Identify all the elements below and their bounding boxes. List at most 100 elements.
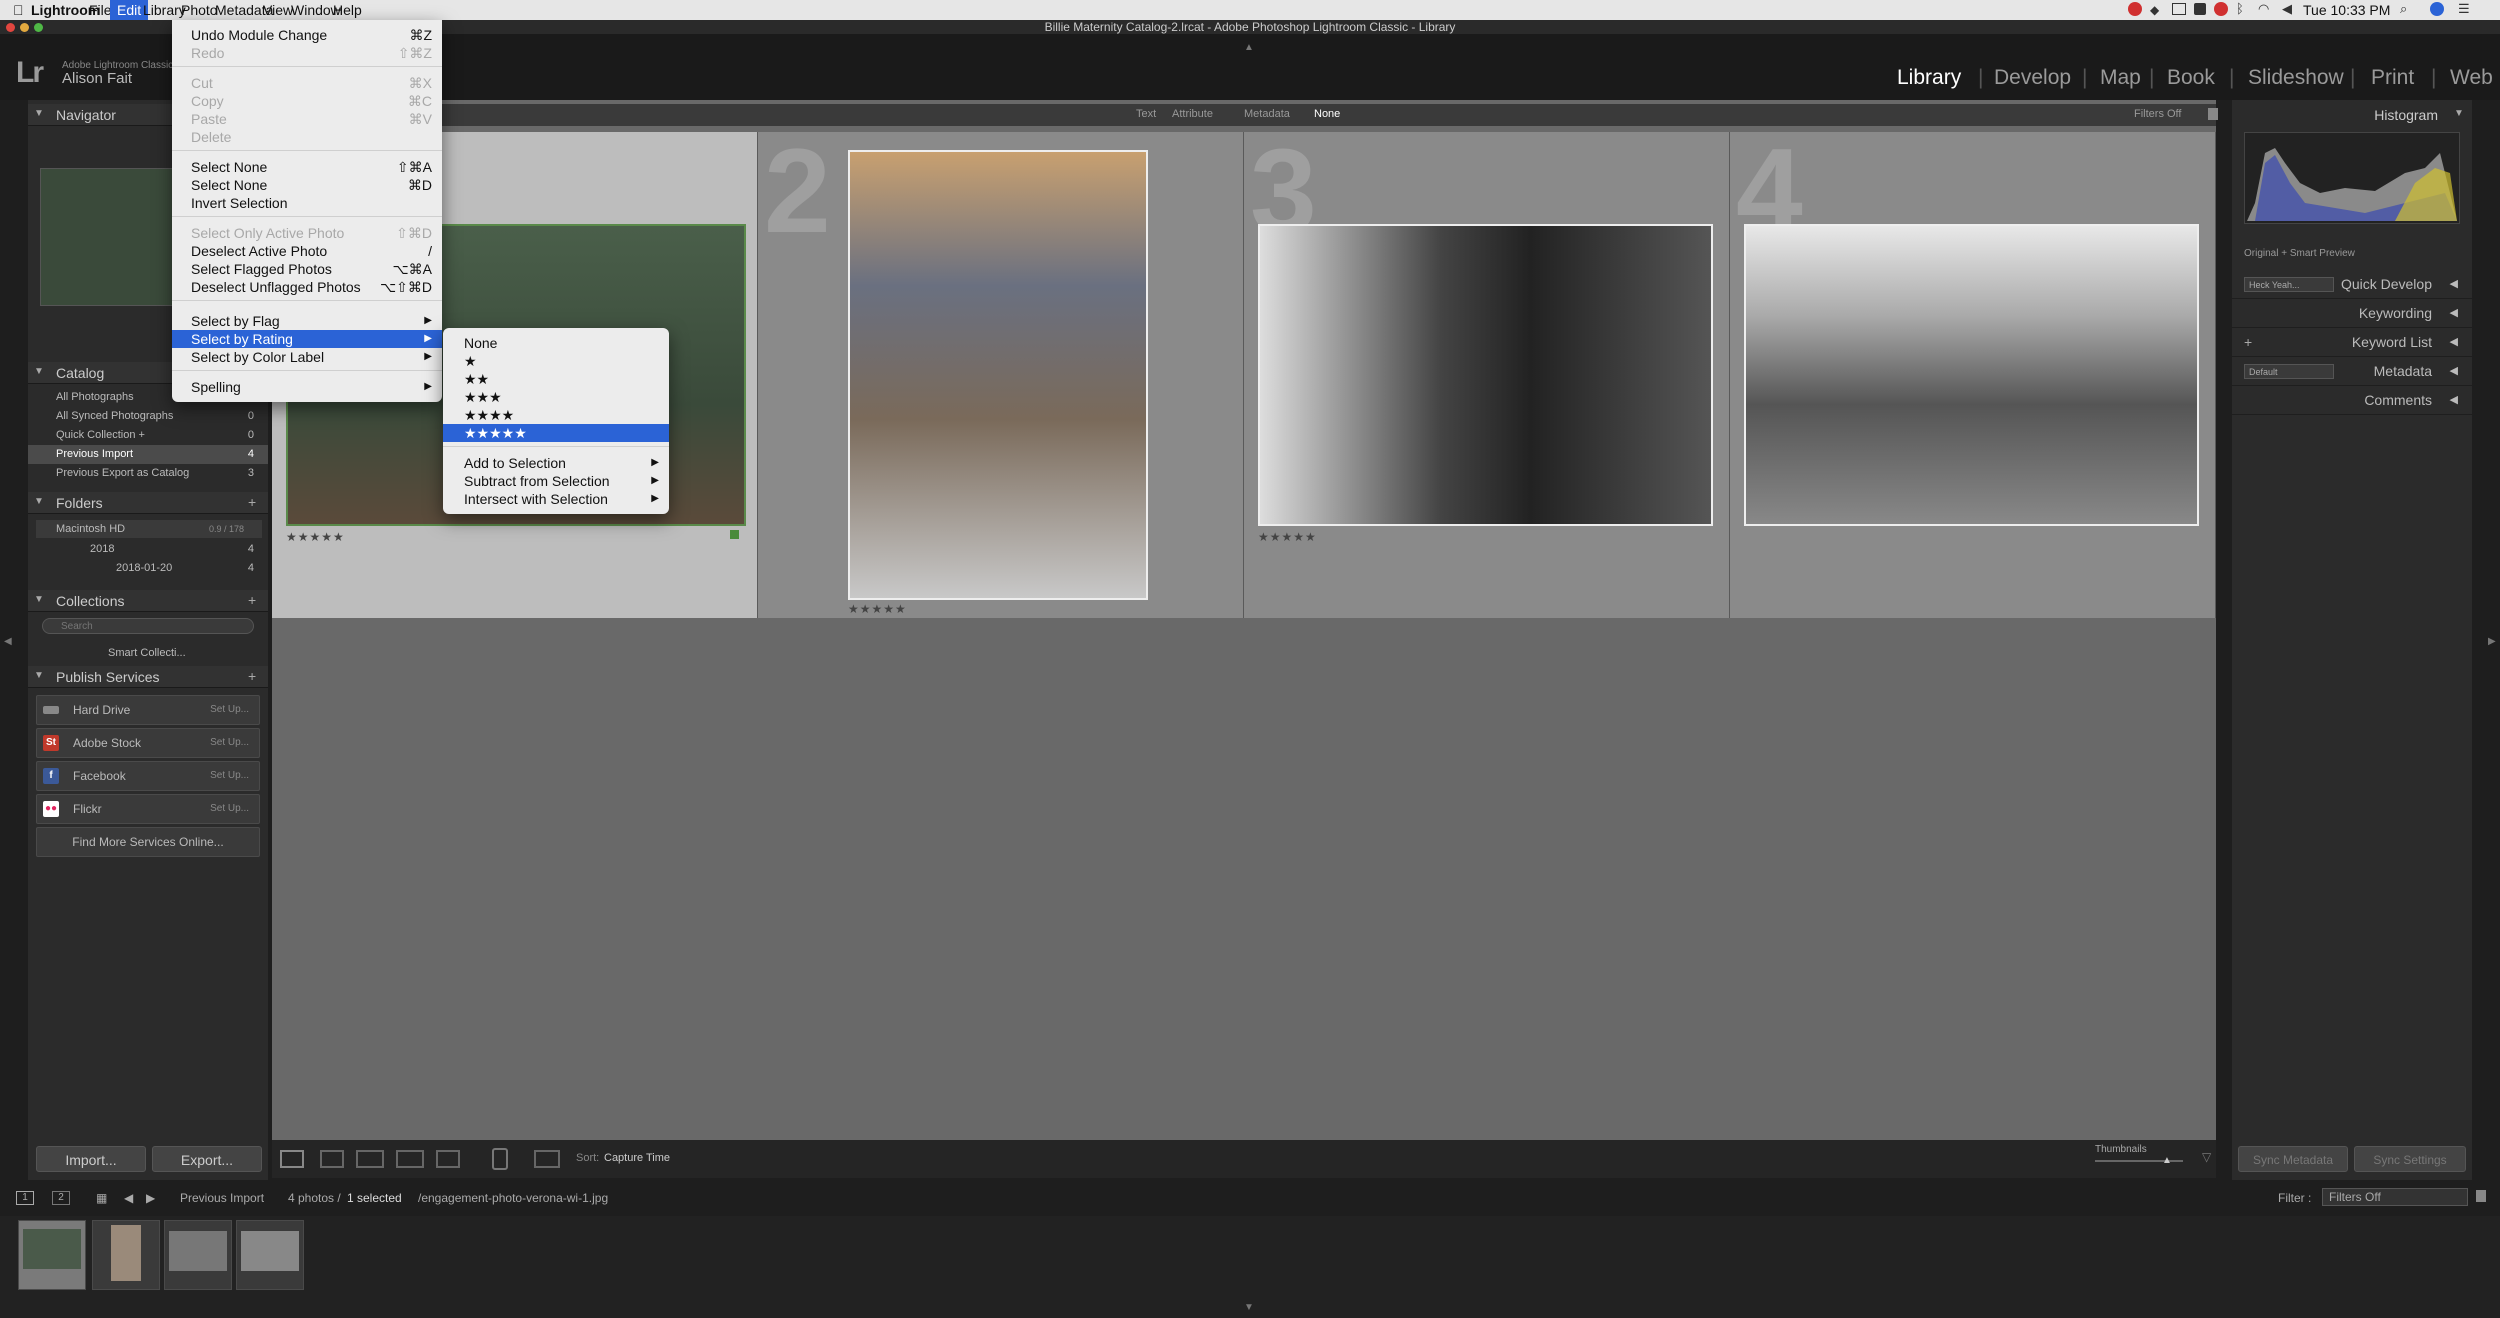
rating-stars[interactable]: ★★★★★ [848,602,907,616]
quick-develop-header[interactable]: Heck Yeah... Quick Develop ◀ [2232,270,2472,299]
publish-services-header[interactable]: Publish Services [28,666,268,688]
module-library[interactable]: Library [1897,66,1961,90]
module-book[interactable]: Book [2167,66,2215,90]
creative-cloud-icon[interactable] [2128,2,2142,16]
window-2-button[interactable]: 2 [52,1191,70,1205]
filmstrip-thumb-3[interactable] [164,1220,232,1290]
menu-item-undo[interactable]: Undo Module Change ⌘Z [172,26,442,44]
photo-thumbnail[interactable] [1744,224,2199,526]
source-name[interactable]: Previous Import [180,1191,264,1205]
minimize-window-button[interactable] [20,23,29,32]
filter-attribute[interactable]: Attribute [1172,108,1213,120]
subtract-from-selection[interactable]: Subtract from Selection ▶ [443,472,669,490]
bottom-panel-toggle-icon[interactable]: ▼ [1244,1302,1254,1313]
menu-item-select-none[interactable]: Select None ⇧⌘A [172,158,442,176]
thumbnail-slider-handle[interactable]: ▲ [2162,1155,2172,1166]
selected-file-name[interactable]: /engagement-photo-verona-wi-1.jpg [418,1191,608,1205]
app-icon[interactable] [2194,3,2206,15]
menu-item-select-by-flag[interactable]: Select by Flag ▶ [172,312,442,330]
add-collection-icon[interactable]: + [248,592,256,608]
grid-view-icon[interactable] [280,1150,304,1168]
module-slideshow[interactable]: Slideshow [2248,66,2344,90]
sync-metadata-button[interactable]: Sync Metadata [2238,1146,2348,1172]
saved-preset-select[interactable]: Heck Yeah... [2244,277,2334,292]
sort-direction-icon[interactable] [534,1150,560,1168]
module-print[interactable]: Print [2371,66,2414,90]
menu-item-select-by-rating[interactable]: Select by Rating ▶ [172,330,442,348]
menu-item-deselect-active[interactable]: Deselect Active Photo / [172,242,442,260]
filmstrip-thumb-1[interactable] [18,1220,86,1290]
add-folder-icon[interactable]: + [248,494,256,510]
close-window-button[interactable] [6,23,15,32]
rating-none[interactable]: None [443,334,669,352]
expand-triangle-icon[interactable]: ◀ [2450,270,2458,299]
filter-metadata[interactable]: Metadata [1244,108,1290,120]
folder-item[interactable]: 2018 4 [28,540,268,559]
collection-item[interactable]: Smart Collecti... [28,644,268,663]
people-view-icon[interactable] [436,1150,460,1168]
grid-cell-4[interactable]: 4 [1730,124,2216,618]
collapse-triangle-icon[interactable]: ▼ [2454,108,2464,119]
module-map[interactable]: Map [2100,66,2141,90]
spray-can-icon[interactable] [492,1148,508,1170]
siri-icon[interactable] [2430,2,2444,16]
photo-thumbnail[interactable] [848,150,1148,600]
filter-lock-icon[interactable] [2476,1190,2486,1202]
expand-triangle-icon[interactable]: ◀ [2450,328,2458,357]
add-keyword-icon[interactable]: + [2244,328,2252,357]
keywording-header[interactable]: Keywording ◀ [2232,299,2472,328]
grid-icon[interactable]: ▦ [96,1191,107,1205]
sort-select[interactable]: Capture Time [604,1152,670,1164]
collapse-triangle-icon[interactable]: ▼ [34,594,44,605]
volume-icon[interactable]: ◀ [2282,1,2292,17]
expand-triangle-icon[interactable]: ◀ [2450,357,2458,386]
add-to-selection[interactable]: Add to Selection ▶ [443,454,669,472]
loupe-view-icon[interactable] [320,1150,344,1168]
filter-none[interactable]: None [1314,108,1340,120]
collections-header[interactable]: Collections [28,590,268,612]
keyword-list-header[interactable]: + Keyword List ◀ [2232,328,2472,357]
rating-stars[interactable]: ★★★★★ [286,530,345,544]
notification-icon[interactable] [2214,2,2228,16]
grid-cell-3[interactable]: 3 ★★★★★ [1244,124,1730,618]
collapse-triangle-icon[interactable]: ▼ [34,366,44,377]
filmstrip-thumb-2[interactable] [92,1220,160,1290]
publish-adobe-stock[interactable]: St Adobe Stock Set Up... [36,728,260,758]
bluetooth-icon[interactable]: ᛒ [2236,1,2244,16]
catalog-item[interactable]: All Synced Photographs 0 [28,407,268,426]
notification-center-icon[interactable]: ☰ [2458,1,2470,17]
rating-5-stars[interactable]: ★★★★★ [443,424,669,442]
import-button[interactable]: Import... [36,1146,146,1172]
spotlight-search-icon[interactable]: ⌕ [2400,1,2407,17]
collapse-triangle-icon[interactable]: ▼ [34,108,44,119]
forward-arrow-icon[interactable]: ▶ [146,1191,155,1205]
module-develop[interactable]: Develop [1994,66,2071,90]
metadata-header[interactable]: Default Metadata ◀ [2232,357,2472,386]
collapse-triangle-icon[interactable]: ▼ [34,496,44,507]
clock[interactable]: Tue 10:33 PM [2296,0,2397,20]
menu-item-select-flagged[interactable]: Select Flagged Photos ⌥⌘A [172,260,442,278]
rating-stars[interactable]: ★★★★★ [1258,530,1317,544]
publish-facebook[interactable]: f Facebook Set Up... [36,761,260,791]
menu-item-invert-selection[interactable]: Invert Selection [172,194,442,212]
expand-triangle-icon[interactable]: ◀ [2450,386,2458,415]
histogram-header[interactable]: Histogram [2232,104,2472,126]
right-panel-toggle-icon[interactable]: ▶ [2488,636,2496,647]
export-button[interactable]: Export... [152,1146,262,1172]
add-publish-service-icon[interactable]: + [248,668,256,684]
rating-2-stars[interactable]: ★★ [443,370,669,388]
filmstrip-thumb-4[interactable] [236,1220,304,1290]
survey-view-icon[interactable] [396,1150,424,1168]
compare-view-icon[interactable] [356,1150,384,1168]
folders-header[interactable]: Folders [28,492,268,514]
folder-item[interactable]: 2018-01-20 4 [28,559,268,578]
catalog-item[interactable]: Quick Collection +0 [28,426,268,445]
metadata-preset-select[interactable]: Default [2244,364,2334,379]
grid-cell-2[interactable]: 2 ★★★★★ [758,124,1244,618]
menu-help[interactable]: Help [326,0,369,20]
menu-item-spelling[interactable]: Spelling ▶ [172,378,442,396]
menu-item-deselect-unflagged[interactable]: Deselect Unflagged Photos ⌥⇧⌘D [172,278,442,296]
menu-item-select-by-color-label[interactable]: Select by Color Label ▶ [172,348,442,366]
menu-item-select-none-2[interactable]: Select None ⌘D [172,176,442,194]
dropbox-icon[interactable]: ◆ [2150,3,2159,17]
